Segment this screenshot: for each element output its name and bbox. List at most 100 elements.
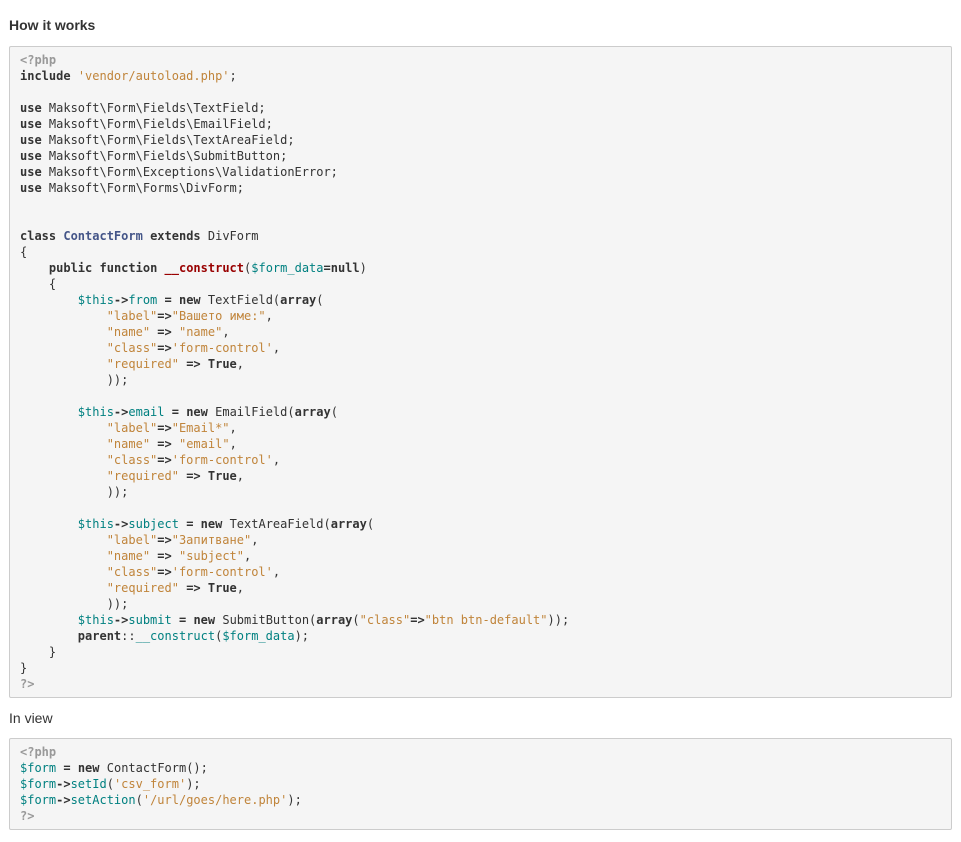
code-line: )); — [20, 596, 941, 612]
code-token: "email" — [178, 437, 230, 451]
code-token: "required" — [106, 581, 179, 595]
code-token: $form — [20, 761, 57, 775]
code-token: $this — [77, 517, 114, 531]
code-line: "name" => "subject", — [20, 548, 941, 564]
code-token: ); — [186, 777, 201, 791]
code-token: => — [157, 309, 172, 323]
code-token: -> — [113, 405, 129, 419]
code-token: ( — [330, 405, 338, 419]
code-token: "class" — [106, 453, 158, 467]
code-line: $this->email = new EmailField(array( — [20, 404, 941, 420]
code-token: , — [222, 325, 230, 339]
code-token: $this — [77, 293, 114, 307]
code-token: DivForm — [200, 229, 259, 243]
code-token: "btn btn-default" — [424, 613, 548, 627]
code-token: , — [244, 549, 252, 563]
code-token: from — [128, 293, 158, 307]
code-token: use — [20, 117, 42, 131]
code-line: } — [20, 644, 941, 660]
code-token: , — [229, 421, 237, 435]
code-token: -> — [56, 793, 71, 807]
code-token: ); — [294, 629, 310, 643]
code-token: "class" — [106, 565, 158, 579]
code-token: class — [20, 229, 57, 243]
code-token: ContactForm — [63, 229, 143, 243]
code-token: new — [193, 613, 216, 627]
code-token: '/url/goes/here.php' — [142, 793, 288, 807]
code-token: , — [236, 469, 245, 483]
code-token: "Email*" — [171, 421, 230, 435]
code-token: )); — [20, 373, 129, 387]
code-token: )); — [20, 597, 129, 611]
code-line: use Maksoft\Form\Fields\EmailField; — [20, 116, 941, 132]
code-token: "name" — [106, 325, 151, 339]
code-token: TextAreaField( — [222, 517, 331, 531]
code-token: "label" — [106, 533, 158, 547]
code-line: $form->setAction('/url/goes/here.php'); — [20, 792, 941, 808]
code-line: "required" => True, — [20, 468, 941, 484]
code-line: use Maksoft\Form\Forms\DivForm; — [20, 180, 941, 196]
code-token: "name" — [106, 437, 151, 451]
code-token: array — [330, 517, 367, 531]
code-token: , — [236, 357, 245, 371]
code-token: => — [157, 325, 172, 339]
code-token: "subject" — [178, 549, 245, 563]
code-line: "required" => True, — [20, 356, 941, 372]
code-token: True — [207, 469, 237, 483]
code-token: $this — [77, 613, 114, 627]
code-line: ​ — [20, 196, 941, 212]
code-token: } — [20, 645, 57, 659]
code-line: "label"=>"Email*", — [20, 420, 941, 436]
code-token: EmailField( — [207, 405, 295, 419]
code-token: "Запитване" — [171, 533, 252, 547]
code-token: __construct — [164, 261, 245, 275]
code-token: { — [20, 277, 57, 291]
code-token: Maksoft\Form\Fields\EmailField; — [41, 117, 273, 131]
code-line: ?> — [20, 808, 941, 824]
code-token: <?php — [20, 745, 57, 759]
code-token: = — [164, 293, 172, 307]
code-token: => — [157, 549, 172, 563]
code-token: "name" — [106, 549, 151, 563]
section-heading-in-view: In view — [9, 710, 53, 726]
code-line: )); — [20, 484, 941, 500]
code-token: subject — [128, 517, 179, 531]
code-token: ContactForm(); — [99, 761, 208, 775]
code-token: => — [186, 581, 201, 595]
code-line: use Maksoft\Form\Fields\TextAreaField; — [20, 132, 941, 148]
code-token: TextField( — [200, 293, 281, 307]
section-heading-how-it-works: How it works — [9, 17, 96, 33]
code-token: Maksoft\Form\Fields\TextField; — [41, 101, 266, 115]
code-token: 'form-control' — [171, 453, 273, 467]
code-block-class-definition[interactable]: <?phpinclude 'vendor/autoload.php';​use … — [9, 46, 952, 698]
code-token: 'form-control' — [171, 565, 273, 579]
code-token: , — [272, 565, 281, 579]
code-token: ( — [106, 777, 114, 791]
code-token: ( — [316, 293, 324, 307]
code-token: $form_data — [222, 629, 295, 643]
code-line: parent::__construct($form_data); — [20, 628, 941, 644]
code-line: ​ — [20, 212, 941, 228]
code-token: -> — [113, 613, 129, 627]
code-line: <?php — [20, 744, 941, 760]
code-line: ​ — [20, 388, 941, 404]
code-token: submit — [128, 613, 172, 627]
code-block-usage[interactable]: <?php $form = new ContactForm(); $form->se… — [9, 738, 952, 830]
code-token: use — [20, 133, 42, 147]
